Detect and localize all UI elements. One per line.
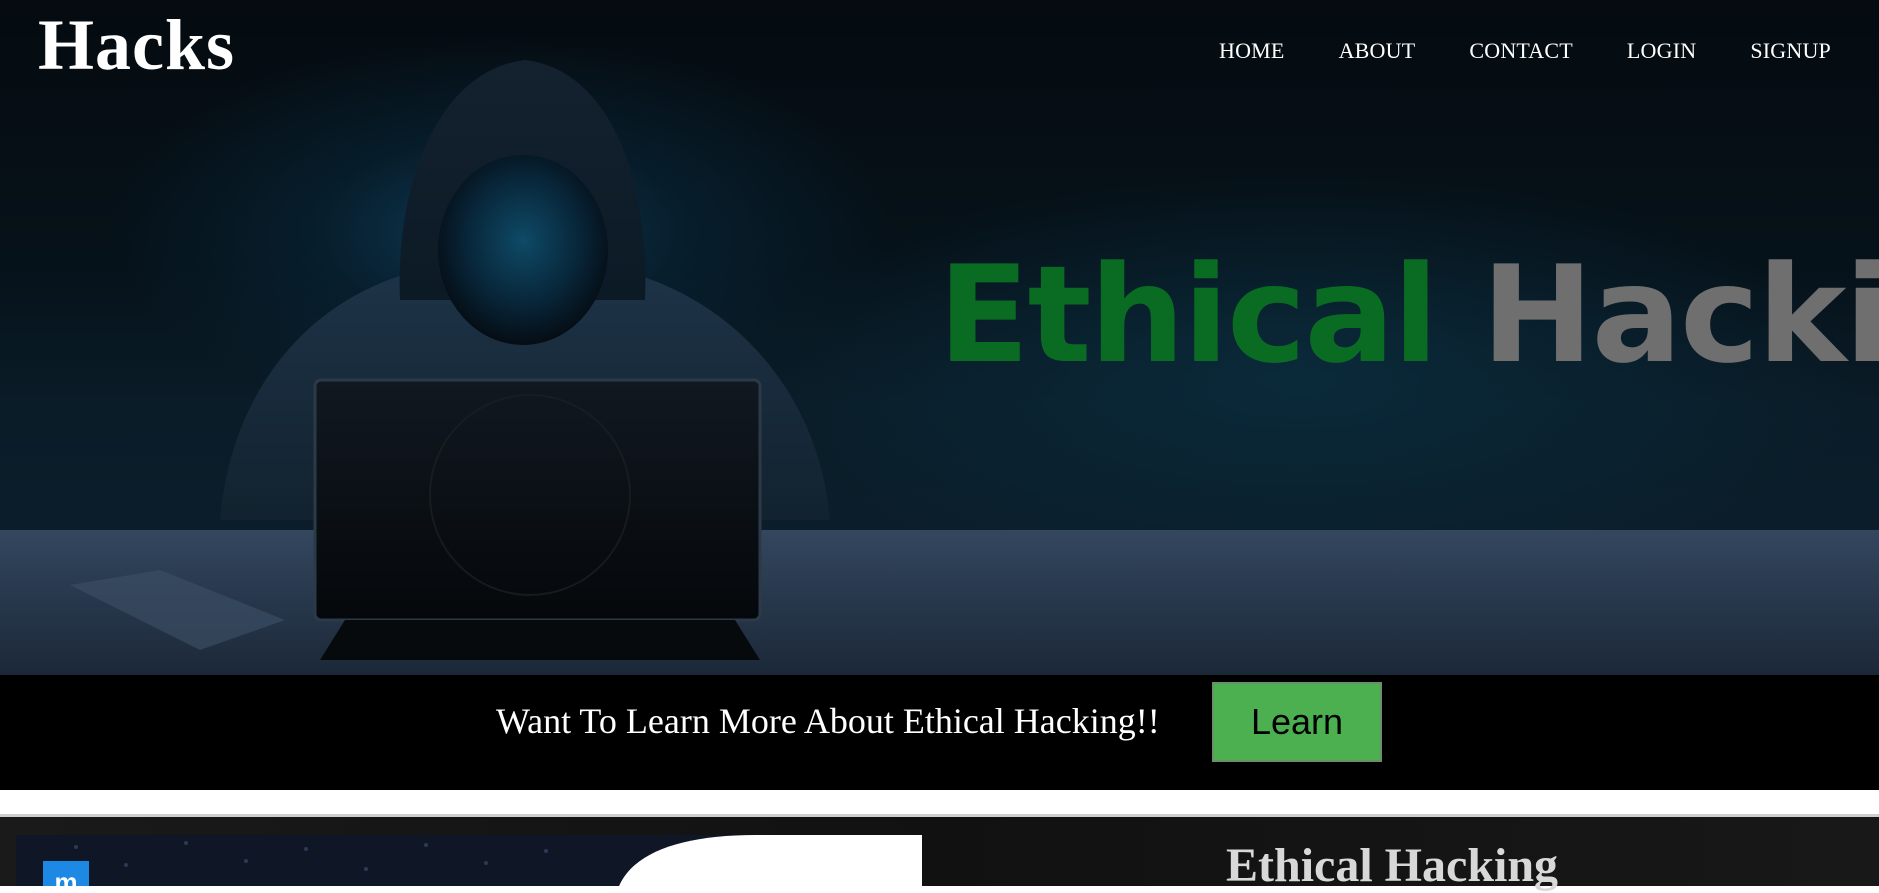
cta-text: Want To Learn More About Ethical Hacking… — [496, 701, 1160, 741]
ethical-hacking-section: m — [0, 817, 1879, 886]
section-gap — [0, 790, 1879, 815]
hero-title: Ethical Hacking — [938, 248, 1879, 382]
hero-title-word-hacking: Hacking — [1481, 237, 1879, 393]
section-title: Ethical Hacking — [1226, 839, 1559, 892]
section-image: m — [16, 835, 922, 886]
learn-button[interactable]: Learn — [1212, 682, 1382, 762]
hero-title-word-ethical: Ethical — [938, 237, 1439, 393]
nav-contact-link[interactable]: CONTACT — [1469, 38, 1573, 64]
nav-signup-link[interactable]: SIGNUP — [1750, 38, 1831, 64]
nav-about-link[interactable]: ABOUT — [1339, 38, 1416, 64]
hero-banner: Hacks HOME ABOUT CONTACT LOGIN SIGNUP Et… — [0, 0, 1879, 675]
nav-home-link[interactable]: HOME — [1219, 38, 1285, 64]
site-logo[interactable]: Hacks — [38, 4, 235, 87]
nav-login-link[interactable]: LOGIN — [1627, 38, 1696, 64]
section-image-art: m — [16, 835, 922, 886]
main-nav: HOME ABOUT CONTACT LOGIN SIGNUP — [1219, 38, 1831, 64]
svg-text:m: m — [54, 867, 77, 886]
